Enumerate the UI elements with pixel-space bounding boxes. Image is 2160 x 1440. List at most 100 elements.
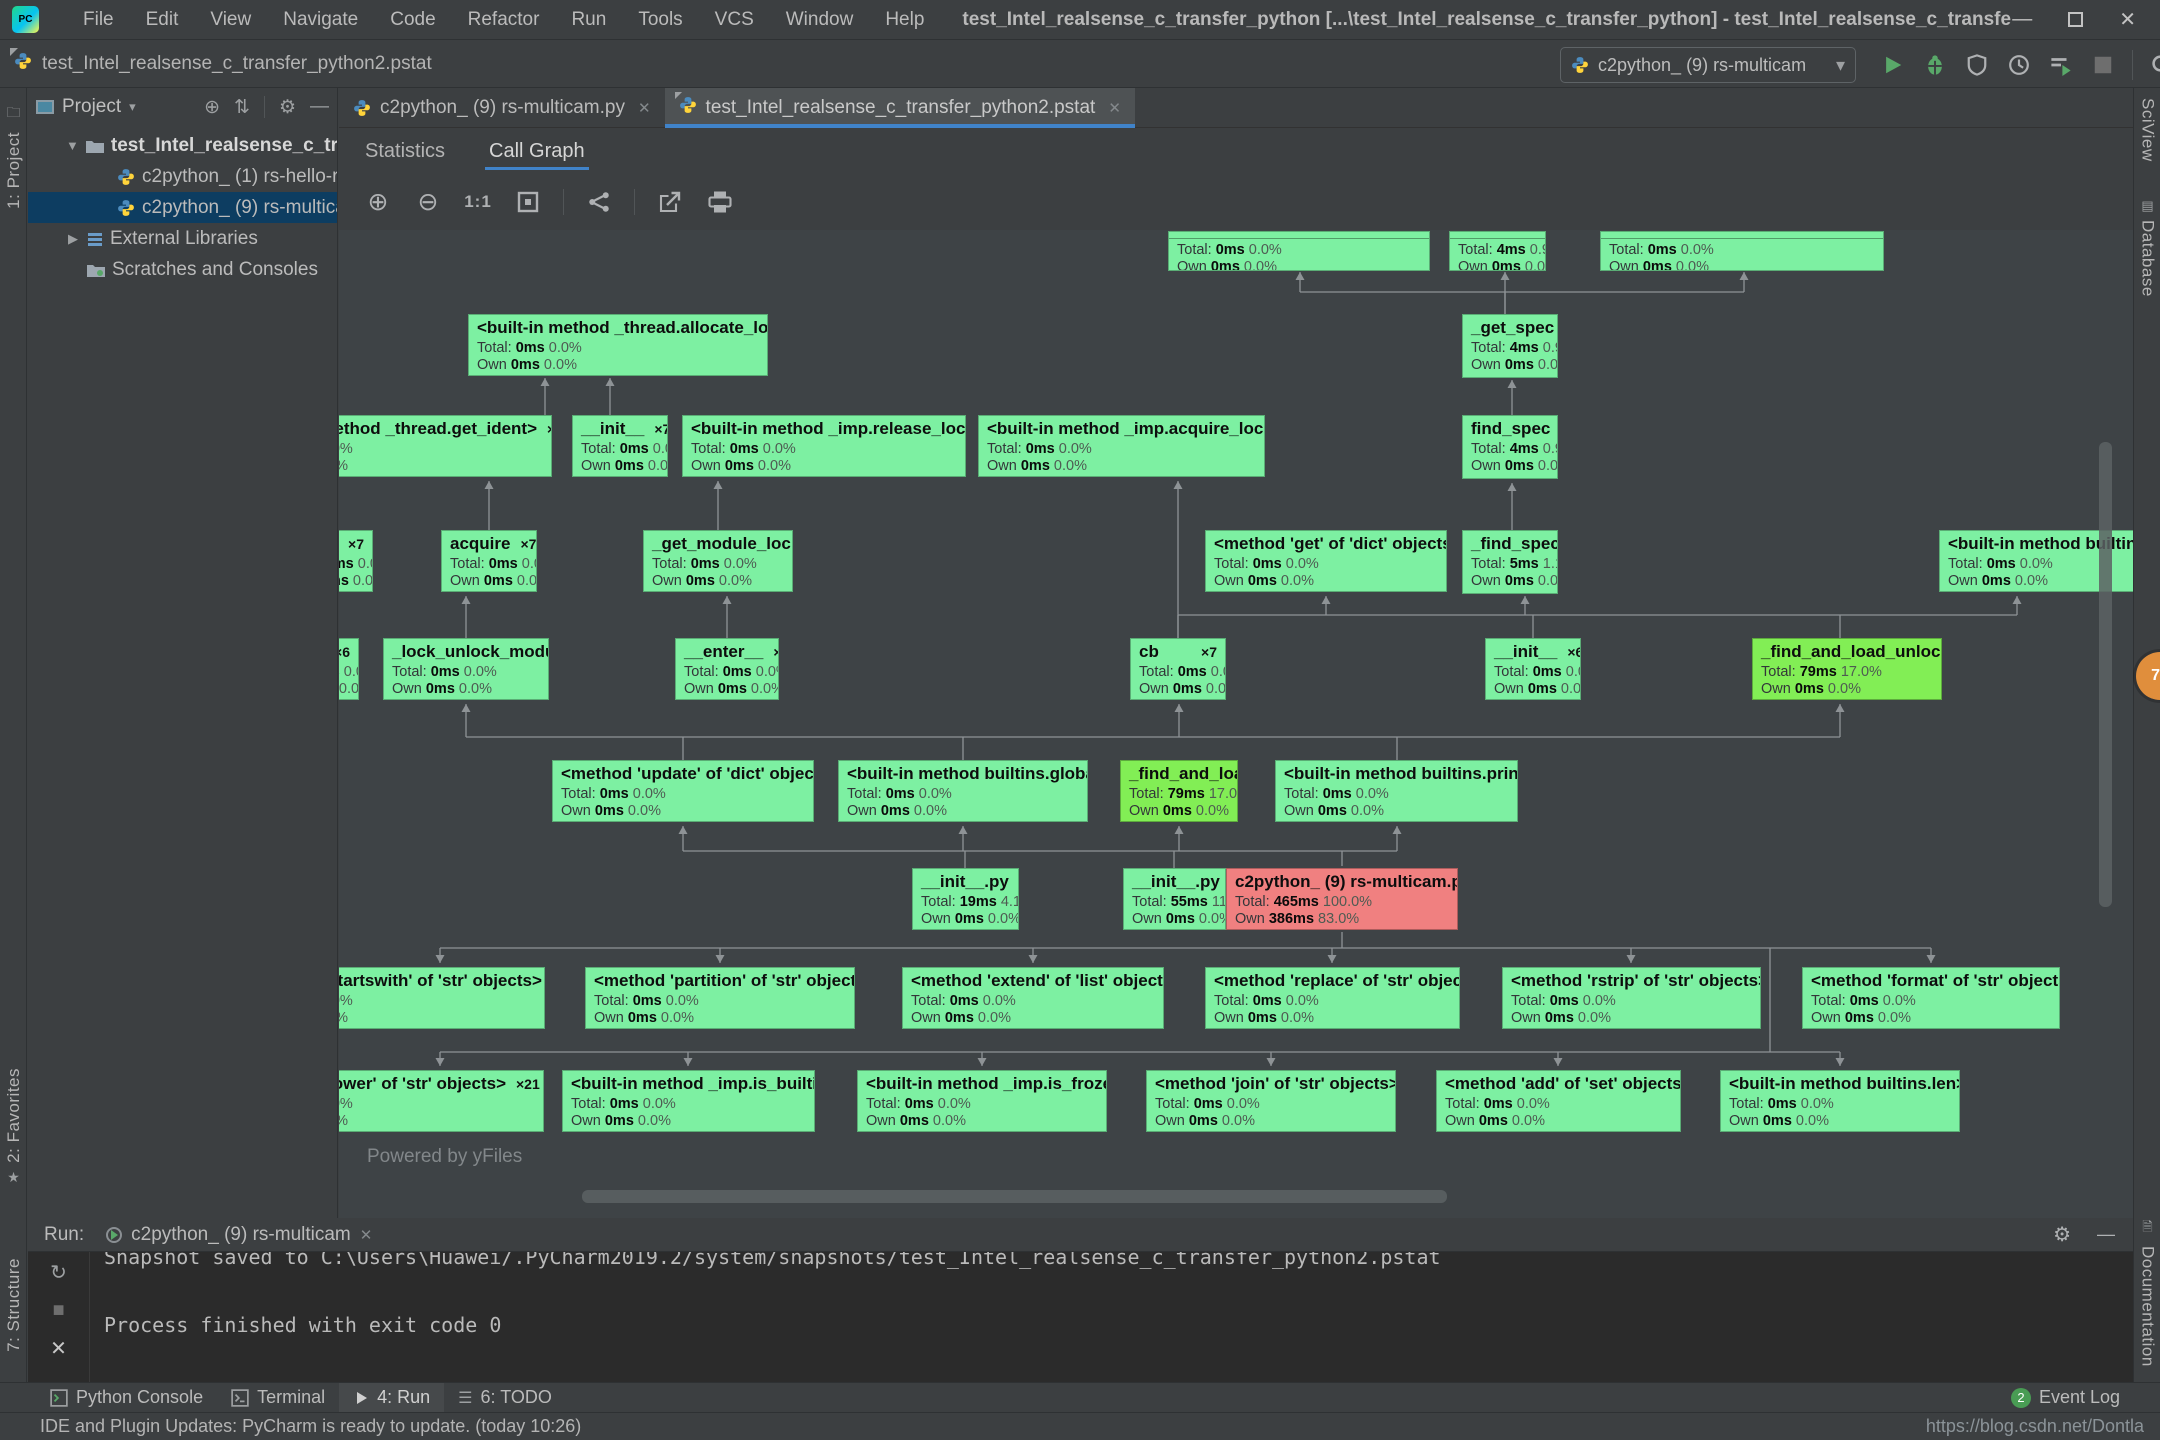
- graph-node[interactable]: <method 'add' of 'set' objects>×12Total:…: [1436, 1070, 1681, 1132]
- toolwindow-button-6-todo[interactable]: ☰6: TODO: [444, 1383, 566, 1413]
- toolwindow-button-terminal[interactable]: Terminal: [217, 1383, 339, 1413]
- share-icon[interactable]: [584, 187, 614, 217]
- tree-item[interactable]: ▼test_Intel_realsense_c_transfer_python: [28, 130, 338, 161]
- close-button[interactable]: ✕: [2119, 7, 2136, 32]
- graph-node[interactable]: __init__×6Total: 0ms 0.0%Own 0ms 0.0%: [1485, 638, 1581, 700]
- graph-node[interactable]: <method 'update' of 'dict' objects>×1Tot…: [552, 760, 814, 822]
- sidebar-item-documentation[interactable]: 🗎 Documentation: [2134, 1218, 2160, 1367]
- graph-node[interactable]: _get_spec×5Total: 4ms 0.9%Own 0ms 0.0%: [1462, 314, 1558, 378]
- graph-node[interactable]: _wrap×6Total: 0ms 0.0%Own 0ms 0.0%: [339, 638, 359, 700]
- hide-panel-icon[interactable]: —: [2097, 1224, 2115, 1245]
- graph-node[interactable]: <method 'replace' of 'str' objects>×2Tot…: [1205, 967, 1460, 1029]
- sidebar-item-structure[interactable]: 7: Structure: [0, 1258, 27, 1352]
- close-icon[interactable]: ✕: [50, 1336, 67, 1361]
- fit-content-icon[interactable]: [513, 187, 543, 217]
- close-icon[interactable]: ✕: [1108, 99, 1121, 117]
- graph-node[interactable]: <built-in method _imp.release_lock>×29To…: [682, 415, 966, 477]
- graph-node[interactable]: <built-in method _imp.acquire_lock>×29To…: [978, 415, 1265, 477]
- menu-refactor[interactable]: Refactor: [456, 5, 552, 35]
- graph-node[interactable]: _wrap×7Total: 0ms 0.0%Own 0ms 0.0%: [339, 530, 373, 592]
- graph-node[interactable]: __init__.py×1Total: 19ms 4.1%Own 0ms 0.0…: [912, 868, 1019, 930]
- graph-node[interactable]: Total: 4ms 0.9%Own 0ms 0.0%: [1449, 231, 1546, 271]
- expand-arrow-icon[interactable]: ▼: [66, 138, 79, 153]
- chevron-down-icon[interactable]: ▾: [129, 99, 136, 115]
- menu-edit[interactable]: Edit: [134, 5, 191, 35]
- graph-node[interactable]: _find_spec×5Total: 5ms 1.1%Own 0ms 0.0%: [1462, 530, 1558, 594]
- play-icon[interactable]: [1880, 52, 1906, 78]
- run-configuration-select[interactable]: c2python_ (9) rs-multicam ▾: [1560, 47, 1856, 83]
- graph-node[interactable]: <built-in method _thread.allocate_lock>×…: [468, 314, 768, 376]
- menu-tools[interactable]: Tools: [626, 5, 694, 35]
- graph-node[interactable]: <method 'join' of 'str' objects>×116Tota…: [1146, 1070, 1396, 1132]
- menu-help[interactable]: Help: [873, 5, 936, 35]
- menu-file[interactable]: File: [71, 5, 126, 35]
- menu-view[interactable]: View: [198, 5, 263, 35]
- tree-item[interactable]: c2python_ (1) rs-hello-realsense.py: [28, 161, 338, 192]
- graph-node[interactable]: <method 'extend' of 'list' objects>×6Tot…: [902, 967, 1164, 1029]
- stop-icon[interactable]: ■: [52, 1299, 64, 1322]
- call-graph-canvas[interactable]: Total: 0ms 0.0%Own 0ms 0.0% Total: 4ms 0.…: [339, 230, 2133, 1218]
- tree-item[interactable]: ▶External Libraries: [28, 223, 338, 254]
- collapse-all-icon[interactable]: ⇅: [234, 96, 250, 119]
- graph-node[interactable]: __init__.py×1Total: 55ms 11.8%Own 0ms 0.…: [1123, 868, 1226, 930]
- menu-navigate[interactable]: Navigate: [271, 5, 370, 35]
- graph-node[interactable]: <method 'startswith' of 'str' objects>×5…: [339, 967, 545, 1029]
- graph-node[interactable]: <method 'lower' of 'str' objects>×21Tota…: [339, 1070, 544, 1132]
- actual-size-icon[interactable]: 1:1: [463, 187, 493, 217]
- zoom-in-icon[interactable]: ⊕: [363, 187, 393, 217]
- breadcrumb[interactable]: test_Intel_realsense_c_transfer_python2.…: [14, 52, 432, 76]
- hide-panel-icon[interactable]: —: [310, 96, 329, 118]
- graph-node[interactable]: find_spec×5Total: 4ms 0.9%Own 0ms 0.0%: [1462, 415, 1558, 479]
- run-tab[interactable]: c2python_ (9) rs-multicam ✕: [106, 1224, 372, 1246]
- sidebar-item-favorites[interactable]: 2: Favorites ★: [0, 1068, 27, 1186]
- search-everywhere-icon[interactable]: [2149, 52, 2160, 78]
- graph-node[interactable]: __enter__×6Total: 0ms 0.0%Own 0ms 0.0%: [675, 638, 779, 700]
- maximize-button[interactable]: [2068, 12, 2083, 27]
- print-icon[interactable]: [705, 187, 735, 217]
- graph-node[interactable]: <built-in method _thread.get_ident>×14To…: [339, 415, 552, 477]
- editor-tab[interactable]: c2python_ (9) rs-multicam.py✕: [339, 88, 665, 127]
- menu-window[interactable]: Window: [774, 5, 866, 35]
- graph-node[interactable]: <method 'partition' of 'str' objects>×12…: [585, 967, 855, 1029]
- stop-icon[interactable]: [2090, 52, 2116, 78]
- graph-node[interactable]: <method 'get' of 'dict' objects>×13Total…: [1205, 530, 1447, 592]
- minimize-button[interactable]: —: [2012, 8, 2032, 31]
- horizontal-scrollbar[interactable]: [582, 1190, 1447, 1203]
- gear-icon[interactable]: ⚙: [279, 96, 296, 119]
- profiler-icon[interactable]: [2006, 52, 2032, 78]
- graph-node[interactable]: _find_and_load_unlocked×5Total: 79ms 17.…: [1752, 638, 1942, 700]
- graph-node[interactable]: <built-in method _imp.is_frozen>×5Total:…: [857, 1070, 1107, 1132]
- rerun-icon[interactable]: ↻: [50, 1260, 67, 1285]
- graph-node[interactable]: __init__×7Total: 0ms 0.0%Own 0ms 0.0%: [572, 415, 668, 477]
- graph-node[interactable]: <built-in method _imp.is_builtin>×2Total…: [562, 1070, 815, 1132]
- graph-node[interactable]: _find_and_load×6Total: 79ms 17.0%Own 0ms…: [1120, 760, 1238, 822]
- toolwindow-button-python-console[interactable]: Python Console: [36, 1383, 217, 1413]
- debug-icon[interactable]: [1922, 52, 1948, 78]
- run-console[interactable]: ↻ ■ ✕ Snapshot saved to C:\Users\Huawei/…: [28, 1252, 2133, 1382]
- tab-statistics[interactable]: Statistics: [365, 128, 445, 174]
- graph-node[interactable]: <built-in method builtins.print>×1Total:…: [1275, 760, 1518, 822]
- sidebar-item-sciview[interactable]: SciView: [2134, 98, 2160, 162]
- status-message[interactable]: IDE and Plugin Updates: PyCharm is ready…: [40, 1416, 581, 1437]
- project-panel-title[interactable]: Project: [62, 96, 121, 118]
- close-icon[interactable]: ✕: [360, 1226, 373, 1244]
- graph-node[interactable]: Total: 0ms 0.0%Own 0ms 0.0%: [1600, 231, 1884, 271]
- graph-node[interactable]: c2python_ (9) rs-multicam.py×1Total: 465…: [1226, 868, 1458, 930]
- graph-node[interactable]: Total: 0ms 0.0%Own 0ms 0.0%: [1168, 231, 1430, 271]
- tab-call-graph[interactable]: Call Graph: [489, 128, 585, 174]
- menu-run[interactable]: Run: [559, 5, 618, 35]
- tree-item[interactable]: c2python_ (9) rs-multicam.py: [28, 192, 338, 223]
- menu-code[interactable]: Code: [378, 5, 447, 35]
- gear-icon[interactable]: ⚙: [2053, 1222, 2071, 1247]
- toolwindow-button-4-run[interactable]: 4: Run: [339, 1383, 444, 1413]
- graph-node[interactable]: <method 'rstrip' of 'str' objects>×227To…: [1502, 967, 1761, 1029]
- graph-node[interactable]: acquire×7Total: 0ms 0.0%Own 0ms 0.0%: [441, 530, 537, 592]
- sidebar-item-database[interactable]: ▤ Database: [2134, 198, 2160, 297]
- graph-node[interactable]: <built-in method builtins.len>×16Total: …: [1720, 1070, 1960, 1132]
- graph-node[interactable]: <method 'format' of 'str' objects>×9Tota…: [1802, 967, 2060, 1029]
- tree-item[interactable]: Scratches and Consoles: [28, 254, 338, 285]
- zoom-out-icon[interactable]: ⊖: [413, 187, 443, 217]
- expand-arrow-icon[interactable]: ▶: [66, 231, 80, 247]
- editor-tab[interactable]: test_Intel_realsense_c_transfer_python2.…: [665, 88, 1135, 127]
- concurrency-icon[interactable]: [2048, 52, 2074, 78]
